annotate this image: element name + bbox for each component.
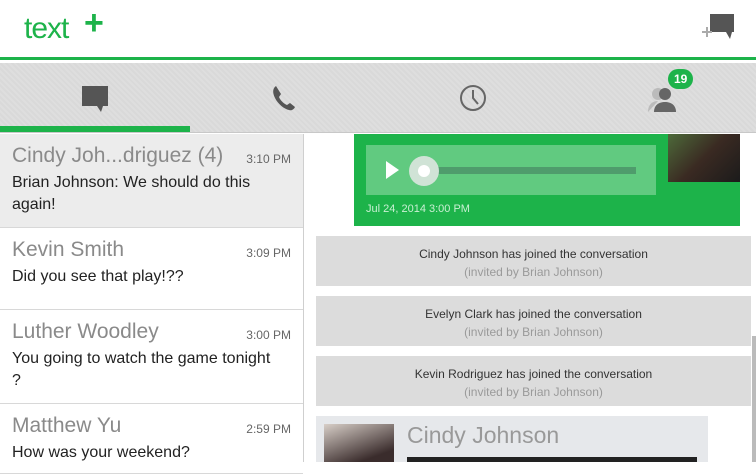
system-subtext: (invited by Brian Johnson): [464, 325, 603, 339]
textplus-logo: text +: [24, 4, 104, 46]
conversation-item[interactable]: Luther Woodley 3:00 PM You going to watch …: [0, 310, 303, 404]
logo-plus: +: [84, 4, 104, 42]
message-time: 2:59 PM: [246, 422, 291, 436]
new-message-icon[interactable]: [700, 12, 738, 42]
phone-icon: [272, 86, 295, 111]
sender-avatar[interactable]: [668, 134, 740, 182]
message-timestamp: Jul 24, 2014 3:00 PM: [366, 203, 470, 215]
conversation-item[interactable]: Matthew Yu 2:59 PM How was your weekend?: [0, 404, 303, 474]
tab-bar: 19: [0, 63, 756, 133]
chat-panel: Jul 24, 2014 3:00 PM Cindy Johnson has j…: [305, 134, 756, 462]
message-preview: You going to watch the game tonight ?: [12, 350, 271, 389]
message-preview: How was your weekend?: [12, 444, 190, 461]
logo-text: text: [24, 12, 69, 45]
system-subtext: (invited by Brian Johnson): [464, 265, 603, 279]
chat-bubble-icon: [81, 86, 108, 112]
message-preview: Did you see that play!??: [12, 268, 184, 285]
conversation-list: Cindy Joh...driguez (4) 3:10 PM Brian John…: [0, 134, 304, 474]
message-preview: Brian Johnson: We should do this again!: [12, 174, 251, 213]
active-tab-indicator: [0, 126, 190, 132]
conversation-item[interactable]: Cindy Joh...driguez (4) 3:10 PM Brian John…: [0, 134, 303, 228]
play-icon[interactable]: [386, 161, 399, 179]
contacts-badge: 19: [668, 69, 694, 89]
seek-handle[interactable]: [409, 156, 439, 186]
system-text: Evelyn Clark has joined the conversation: [425, 307, 642, 321]
system-text: Cindy Johnson has joined the conversatio…: [419, 247, 648, 261]
message-time: 3:00 PM: [246, 328, 291, 342]
audio-player: [366, 145, 656, 195]
message-time: 3:10 PM: [246, 152, 291, 166]
conversation-item[interactable]: Kevin Smith 3:09 PM Did you see that play!…: [0, 228, 303, 310]
system-message: Kevin Rodriguez has joined the conversat…: [316, 356, 751, 406]
app-header: text +: [0, 0, 756, 60]
system-text: Kevin Rodriguez has joined the conversat…: [414, 367, 653, 381]
tab-calls[interactable]: [189, 63, 378, 133]
scrollbar[interactable]: [752, 336, 756, 462]
incoming-message-card: Cindy Johnson: [316, 416, 708, 462]
system-message: Evelyn Clark has joined the conversation…: [316, 296, 751, 346]
message-time: 3:09 PM: [246, 246, 291, 260]
clock-icon: [459, 85, 486, 111]
system-message: Cindy Johnson has joined the conversatio…: [316, 236, 751, 286]
media-attachment[interactable]: [407, 457, 697, 462]
audio-seek-bar[interactable]: [426, 167, 636, 174]
sender-avatar[interactable]: [324, 424, 394, 462]
tab-history[interactable]: [378, 63, 567, 133]
tab-contacts[interactable]: 19: [567, 63, 756, 133]
system-subtext: (invited by Brian Johnson): [464, 385, 603, 399]
tab-messages[interactable]: [0, 63, 189, 133]
sender-name: Cindy Johnson: [407, 422, 560, 448]
